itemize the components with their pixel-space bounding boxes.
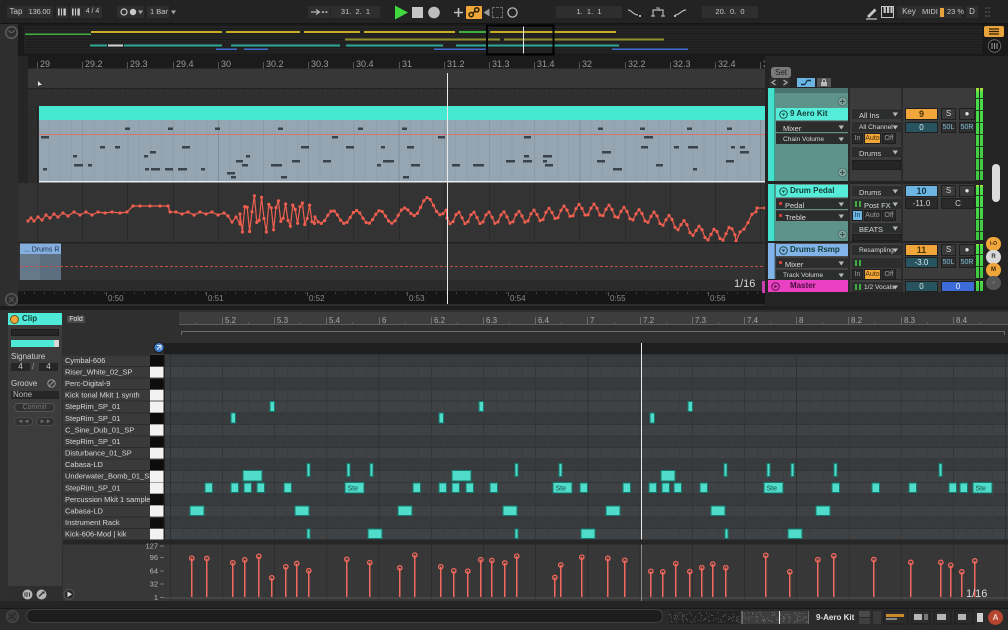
svg-text:29.4: 29.4 <box>176 59 194 69</box>
svg-text:0:51: 0:51 <box>208 294 224 303</box>
svg-text:31.2: 31.2 <box>447 59 465 69</box>
svg-text:Ste: Ste <box>556 485 567 492</box>
svg-text:0:55: 0:55 <box>610 294 626 303</box>
svg-text:8.3: 8.3 <box>904 316 916 325</box>
svg-text:7.2: 7.2 <box>643 316 655 325</box>
svg-text:1/16: 1/16 <box>734 278 755 290</box>
svg-text:6.4: 6.4 <box>538 316 550 325</box>
svg-text:StepRim_SP_01: StepRim_SP_01 <box>65 483 120 492</box>
svg-text:... Drums R: ... Drums R <box>24 247 59 254</box>
svg-text:96: 96 <box>150 553 158 562</box>
svg-text:30.2: 30.2 <box>266 59 284 69</box>
svg-text:Disturbance_01_SP: Disturbance_01_SP <box>65 449 132 458</box>
svg-text:Kick-606-Mod | kik: Kick-606-Mod | kik <box>65 530 127 539</box>
svg-text:0:53: 0:53 <box>409 294 425 303</box>
svg-text:32.3: 32.3 <box>673 59 691 69</box>
svg-text:30.3: 30.3 <box>311 59 329 69</box>
svg-text:6.3: 6.3 <box>486 316 498 325</box>
svg-text:7: 7 <box>590 316 595 325</box>
svg-text:32: 32 <box>150 580 158 589</box>
svg-text:5.4: 5.4 <box>329 316 341 325</box>
svg-text:7.4: 7.4 <box>747 316 759 325</box>
svg-text:1/16: 1/16 <box>966 588 987 600</box>
svg-text:5.2: 5.2 <box>225 316 237 325</box>
svg-text:Cymbal-606: Cymbal-606 <box>65 356 105 365</box>
svg-text:Ste: Ste <box>348 485 359 492</box>
svg-text:StepRim_SP_01: StepRim_SP_01 <box>65 437 120 446</box>
svg-text:29.3: 29.3 <box>130 59 148 69</box>
svg-text:32.4: 32.4 <box>718 59 736 69</box>
svg-text:StepRim_SP_01: StepRim_SP_01 <box>65 414 120 423</box>
svg-text:6: 6 <box>382 316 387 325</box>
svg-text:6.2: 6.2 <box>434 316 446 325</box>
svg-text:Instrument Rack: Instrument Rack <box>65 518 120 527</box>
svg-text:Ste: Ste <box>767 485 778 492</box>
svg-text:29.2: 29.2 <box>85 59 103 69</box>
svg-text:0:56: 0:56 <box>710 294 726 303</box>
svg-text:32: 32 <box>582 59 592 69</box>
svg-text:64: 64 <box>150 567 158 576</box>
svg-text:Percussion Mkit 1 sample: Percussion Mkit 1 sample <box>65 495 150 504</box>
svg-text:30: 30 <box>221 59 231 69</box>
svg-text:Cabasa-LD: Cabasa-LD <box>65 460 104 469</box>
svg-text:Perc-Digital-9: Perc-Digital-9 <box>65 379 110 388</box>
svg-text:31: 31 <box>402 59 412 69</box>
svg-text:0:50: 0:50 <box>108 294 124 303</box>
svg-text:0:52: 0:52 <box>309 294 325 303</box>
svg-text:8.4: 8.4 <box>956 316 968 325</box>
svg-text:Ste: Ste <box>976 485 987 492</box>
svg-text:30.4: 30.4 <box>356 59 374 69</box>
svg-text:32.2: 32.2 <box>628 59 646 69</box>
svg-text:Underwater_Bomb_01_SP: Underwater_Bomb_01_SP <box>65 472 154 481</box>
svg-text:29: 29 <box>40 59 50 69</box>
svg-text:127: 127 <box>145 542 158 551</box>
svg-text:0:54: 0:54 <box>510 294 526 303</box>
svg-text:Cabasa-LD: Cabasa-LD <box>65 506 104 515</box>
svg-text:Kick tonal Mkit 1 synth: Kick tonal Mkit 1 synth <box>65 391 140 400</box>
svg-text:5.3: 5.3 <box>277 316 289 325</box>
svg-text:C_Sine_Dub_01_SP: C_Sine_Dub_01_SP <box>65 425 134 434</box>
svg-text:31.3: 31.3 <box>492 59 510 69</box>
svg-text:8: 8 <box>799 316 804 325</box>
svg-text:StepRim_SP_01: StepRim_SP_01 <box>65 402 120 411</box>
svg-text:8.2: 8.2 <box>851 316 863 325</box>
svg-text:31.4: 31.4 <box>537 59 555 69</box>
svg-text:Riser_White_02_SP: Riser_White_02_SP <box>65 368 133 377</box>
svg-text:7.3: 7.3 <box>695 316 707 325</box>
